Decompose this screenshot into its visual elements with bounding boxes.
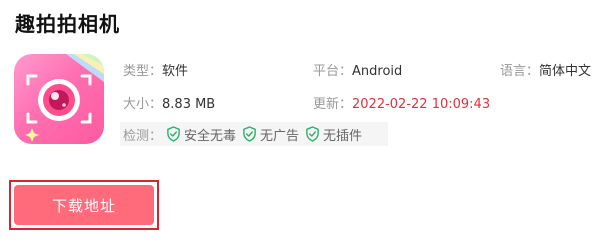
language-value: 简体中文 bbox=[539, 64, 592, 79]
shield-check-icon bbox=[306, 126, 319, 142]
type-value: 软件 bbox=[162, 64, 189, 79]
updated-label: 更新： bbox=[313, 97, 353, 112]
language-field: 语言：简体中文 bbox=[500, 60, 591, 79]
security-checks: 检测： 安全无毒 无广告 无插件 bbox=[120, 122, 388, 146]
type-label: 类型： bbox=[123, 64, 163, 79]
size-value: 8.83 MB bbox=[162, 97, 216, 112]
app-title: 趣拍拍相机 bbox=[15, 12, 120, 36]
platform-value: Android bbox=[352, 64, 403, 79]
check-item-label: 无广告 bbox=[260, 128, 300, 144]
check-item-no-plugins: 无插件 bbox=[305, 125, 362, 144]
language-label: 语言： bbox=[500, 64, 540, 79]
platform-label: 平台： bbox=[313, 64, 353, 79]
updated-field: 更新：2022-02-22 10:09:43 bbox=[313, 93, 490, 112]
check-item-label: 安全无毒 bbox=[184, 128, 237, 144]
platform-field: 平台：Android bbox=[313, 60, 402, 79]
download-button[interactable]: 下载地址 bbox=[14, 185, 154, 225]
camera-app-icon bbox=[14, 54, 104, 144]
camera-lens-icon bbox=[25, 54, 104, 142]
check-item-no-ads: 无广告 bbox=[242, 125, 299, 144]
type-field: 类型：软件 bbox=[123, 60, 188, 79]
size-label: 大小： bbox=[123, 97, 163, 112]
check-item-safe: 安全无毒 bbox=[166, 125, 236, 144]
size-field: 大小：8.83 MB bbox=[123, 93, 215, 112]
shield-check-icon bbox=[167, 126, 180, 142]
updated-value: 2022-02-22 10:09:43 bbox=[352, 97, 491, 112]
checks-label: 检测： bbox=[123, 128, 163, 144]
shield-check-icon bbox=[243, 126, 256, 142]
check-item-label: 无插件 bbox=[323, 128, 363, 144]
